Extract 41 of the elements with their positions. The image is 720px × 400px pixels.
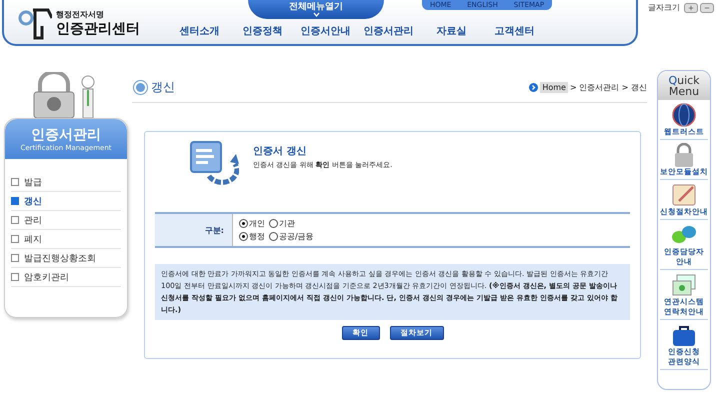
radio-button[interactable] xyxy=(269,232,278,241)
all-menu-button[interactable]: 전체메뉴열기 xyxy=(248,0,384,19)
briefcase-icon xyxy=(671,323,697,347)
sidebar-item[interactable]: 폐지 xyxy=(24,232,42,246)
page-title: 갱신 xyxy=(151,78,176,96)
radio-button[interactable] xyxy=(239,232,248,241)
radio-label: 공공/금융 xyxy=(279,231,314,242)
sidebar-item[interactable]: 발급 xyxy=(24,176,42,188)
radio-button[interactable] xyxy=(239,219,248,228)
radio-button[interactable] xyxy=(269,219,278,228)
sidebar-item[interactable]: 발급진행상황조회 xyxy=(24,252,96,264)
notepad-icon xyxy=(671,183,697,207)
breadcrumb-path: > 인증서관리 > 갱신 xyxy=(570,82,647,92)
font-size-label: 글자크기 xyxy=(648,2,680,13)
logo-icon xyxy=(18,6,52,40)
panel-title: 인증서 갱신 xyxy=(253,145,308,158)
nav-link[interactable]: 인증서안내 xyxy=(294,24,357,38)
chevron-down-icon xyxy=(312,12,320,16)
sidebar-item[interactable]: 암호키관리 xyxy=(24,270,69,284)
nav-link[interactable]: 자료실 xyxy=(420,24,483,38)
sidebar-item[interactable]: 관리 xyxy=(24,214,42,226)
radio-label: 기관 xyxy=(279,218,295,229)
nav-link[interactable]: 인증서관리 xyxy=(357,24,420,38)
form-label: 구분: xyxy=(155,214,233,246)
breadcrumb-home-link[interactable]: Home xyxy=(540,82,568,92)
nav-link[interactable]: 고객센터 xyxy=(483,24,546,38)
nav-link[interactable]: 센터소개 xyxy=(168,24,231,38)
document-refresh-icon xyxy=(189,140,239,186)
font-size-button[interactable]: + xyxy=(684,2,698,12)
sidebar-title: 인증서관리 xyxy=(31,126,101,144)
sidebar-item[interactable]: 갱신 xyxy=(24,194,42,208)
font-size-button[interactable]: − xyxy=(700,2,714,12)
logo-subtitle: 행정전자서명 xyxy=(56,8,105,20)
radio-label: 행정 xyxy=(249,231,265,242)
arrow-icon xyxy=(529,82,538,92)
globe-icon xyxy=(671,103,697,127)
logo-title: 인증관리센터 xyxy=(56,20,140,38)
nav-link[interactable]: 인증정책 xyxy=(231,24,294,38)
radio-label: 개인 xyxy=(249,218,265,229)
title-bullet-icon xyxy=(136,82,145,92)
quick-menu-title: Quick Menu xyxy=(658,71,710,100)
